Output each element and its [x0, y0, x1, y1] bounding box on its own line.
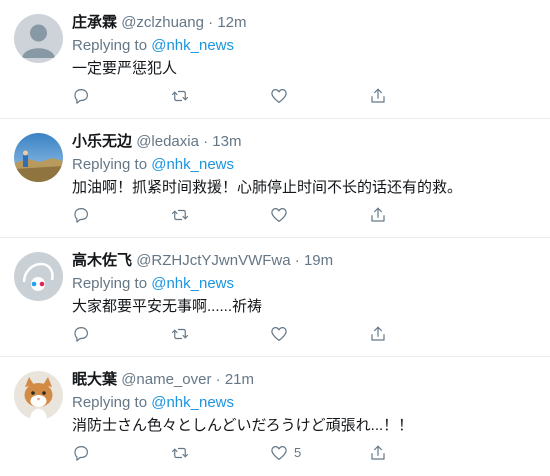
replying-to: Replying to @nhk_news: [72, 274, 234, 294]
display-name[interactable]: 小乐无边: [72, 133, 132, 150]
user-handle[interactable]: @ledaxia: [136, 133, 199, 150]
reply-button[interactable]: [72, 443, 92, 463]
tweet-text: 消防士さん色々としんどいだろうけど頑張れ...！！: [72, 417, 414, 434]
replying-to-label: Replying to: [72, 37, 148, 54]
tweet-text: 一定要严惩犯人: [72, 60, 178, 77]
drawing-avatar-image: [14, 252, 63, 301]
tweet-header: 小乐无边 @ledaxia · 13m: [72, 132, 241, 152]
reply-button[interactable]: [72, 324, 92, 344]
tweet-item[interactable]: 眠大葉 @name_over · 21m Replying to @nhk_ne…: [0, 357, 550, 476]
reply-button[interactable]: [72, 205, 92, 225]
like-button[interactable]: 5: [270, 443, 301, 463]
user-handle[interactable]: @RZHJctYJwnVWFwa: [136, 252, 290, 269]
like-count: 5: [294, 445, 302, 460]
retweet-button[interactable]: [171, 86, 191, 106]
tweet-text: 加油啊！抓紧时间救援！心肺停止时间不长的话还有的救。: [72, 179, 463, 196]
retweet-button[interactable]: [171, 324, 191, 344]
replying-to: Replying to @nhk_news: [72, 155, 234, 175]
retweet-button[interactable]: [171, 205, 191, 225]
reply-icon: [74, 446, 88, 461]
tweet-item[interactable]: 庄承霖 @zclzhuang · 12m Replying to @nhk_ne…: [0, 0, 550, 119]
reply-icon: [74, 89, 88, 104]
default-avatar-image: [14, 14, 63, 63]
avatar-landscape[interactable]: [14, 133, 63, 182]
like-button[interactable]: [270, 324, 290, 344]
tweet-header: 眠大葉 @name_over · 21m: [72, 370, 254, 390]
share-icon: [371, 88, 385, 103]
display-name[interactable]: 庄承霖: [72, 14, 117, 31]
separator-dot: ·: [294, 252, 300, 269]
avatar-default[interactable]: [14, 14, 63, 63]
like-button[interactable]: [270, 205, 290, 225]
retweet-icon: [171, 328, 189, 340]
display-name[interactable]: 眠大葉: [72, 371, 117, 388]
share-button[interactable]: [369, 324, 389, 344]
like-button[interactable]: [270, 86, 290, 106]
reply-icon: [74, 327, 88, 342]
replying-to: Replying to @nhk_news: [72, 393, 234, 413]
replying-to-label: Replying to: [72, 156, 148, 173]
share-icon: [371, 445, 385, 460]
cat-avatar-image: [14, 371, 63, 420]
replying-to: Replying to @nhk_news: [72, 36, 234, 56]
tweet-header: 庄承霖 @zclzhuang · 12m: [72, 13, 247, 33]
mention-link[interactable]: @nhk_news: [151, 394, 234, 411]
landscape-avatar-image: [14, 133, 63, 182]
separator-dot: ·: [203, 133, 209, 150]
timestamp[interactable]: 21m: [225, 371, 254, 388]
share-button[interactable]: [369, 86, 389, 106]
reply-icon: [74, 208, 88, 223]
separator-dot: ·: [208, 14, 214, 31]
avatar-cat[interactable]: [14, 371, 63, 420]
retweet-icon: [171, 209, 189, 221]
tweet-item[interactable]: 小乐无边 @ledaxia · 13m Replying to @nhk_new…: [0, 119, 550, 238]
like-icon: [271, 89, 287, 103]
retweet-button[interactable]: [171, 443, 191, 463]
timestamp[interactable]: 13m: [212, 133, 241, 150]
mention-link[interactable]: @nhk_news: [151, 275, 234, 292]
user-handle[interactable]: @name_over: [121, 371, 211, 388]
share-icon: [371, 326, 385, 341]
replying-to-label: Replying to: [72, 275, 148, 292]
share-icon: [371, 207, 385, 222]
avatar-drawing[interactable]: [14, 252, 63, 301]
share-button[interactable]: [369, 205, 389, 225]
timestamp[interactable]: 12m: [217, 14, 246, 31]
reply-button[interactable]: [72, 86, 92, 106]
separator-dot: ·: [215, 371, 221, 388]
tweet-item[interactable]: 高木佐飞 @RZHJctYJwnVWFwa · 19m Replying to …: [0, 238, 550, 357]
display-name[interactable]: 高木佐飞: [72, 252, 132, 269]
retweet-icon: [171, 90, 189, 102]
tweet-text: 大家都要平安无事啊......祈祷: [72, 298, 263, 315]
mention-link[interactable]: @nhk_news: [151, 37, 234, 54]
mention-link[interactable]: @nhk_news: [151, 156, 234, 173]
share-button[interactable]: [369, 443, 389, 463]
replying-to-label: Replying to: [72, 394, 148, 411]
timestamp[interactable]: 19m: [304, 252, 333, 269]
like-icon: [271, 208, 287, 222]
retweet-icon: [171, 447, 189, 459]
like-icon: [271, 446, 287, 460]
user-handle[interactable]: @zclzhuang: [121, 14, 204, 31]
tweet-header: 高木佐飞 @RZHJctYJwnVWFwa · 19m: [72, 251, 333, 271]
like-icon: [271, 327, 287, 341]
